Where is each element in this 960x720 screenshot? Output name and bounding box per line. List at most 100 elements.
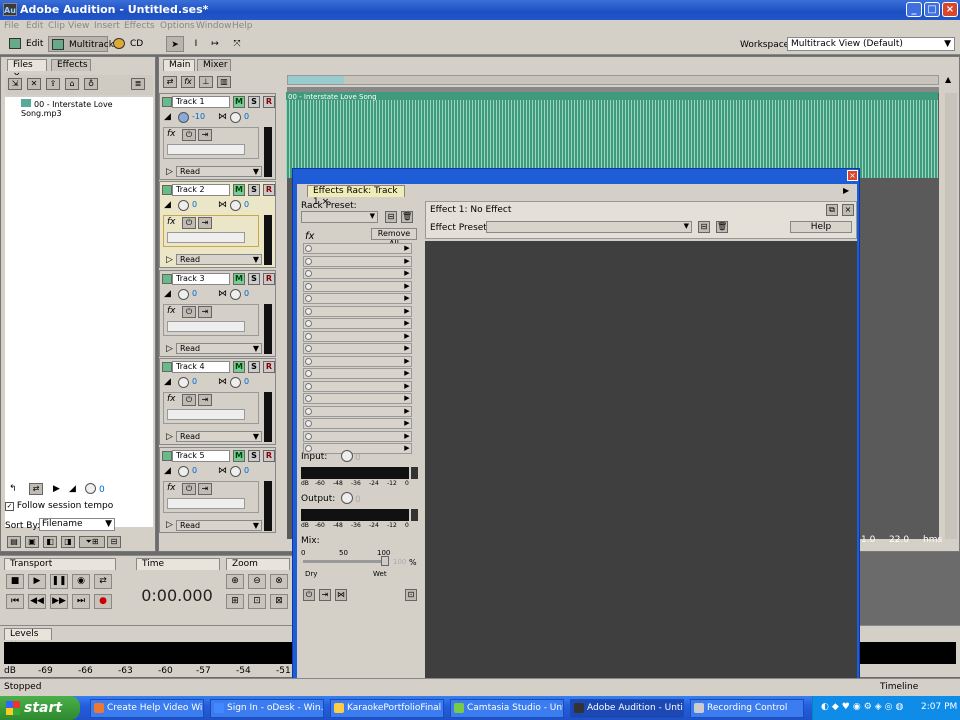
filter-midi-icon[interactable]: ◨ (61, 536, 75, 548)
automation-mode-select[interactable]: Read ▼ (176, 254, 262, 265)
automation-mode-select[interactable]: Read ▼ (176, 520, 262, 531)
fx-icon[interactable]: fx (181, 76, 195, 88)
pan-knob[interactable] (230, 112, 241, 123)
taskbar-item[interactable]: KaraokePortfolioFinal (330, 699, 444, 718)
tab-time[interactable]: Time (136, 558, 220, 570)
sortby-select[interactable]: Filename ▼ (39, 518, 115, 531)
minimize-button[interactable]: _ (906, 2, 922, 17)
fx-insert-icon[interactable]: ⇥ (198, 217, 212, 229)
effect-slot[interactable]: ▶ (303, 343, 412, 354)
insert-into-cd-icon[interactable]: ⌂ (65, 78, 79, 90)
pan-knob[interactable] (230, 466, 241, 477)
pause-button[interactable]: ❚❚ (50, 574, 68, 589)
volume-knob[interactable] (178, 466, 189, 477)
solo-button[interactable]: S (248, 96, 260, 108)
mute-button[interactable]: M (233, 361, 245, 373)
rewind-button[interactable]: ◀◀ (28, 594, 46, 609)
zoom-vertical-icon[interactable]: ⊠ (270, 594, 288, 609)
track-name[interactable]: Track 2 (172, 184, 230, 196)
cd-view-button[interactable]: CD (110, 36, 144, 52)
slot-power-icon[interactable] (305, 295, 312, 302)
effect-slot[interactable]: ▶ (303, 355, 412, 367)
automation-mode-select[interactable]: Read ▼ (176, 166, 262, 177)
fx-insert-icon[interactable]: ⇥ (319, 589, 331, 601)
close-icon[interactable]: × (842, 204, 854, 216)
slot-power-icon[interactable] (305, 432, 312, 440)
insert-into-multitrack-icon[interactable]: ⇪ (46, 78, 60, 90)
expand-icon[interactable]: ▷ (166, 432, 173, 442)
mix-slider-handle[interactable] (381, 556, 389, 566)
pan-knob[interactable] (230, 377, 241, 388)
pan-knob[interactable] (230, 200, 241, 211)
slot-menu-icon[interactable]: ▶ (403, 382, 411, 391)
power-icon[interactable]: ⏻ (182, 483, 196, 495)
panel-menu-icon[interactable]: ▶ (843, 186, 849, 195)
tab-transport[interactable]: Transport (4, 558, 116, 570)
zoom-selection-icon[interactable]: ⊡ (248, 594, 266, 609)
autoplay-icon[interactable]: ↰ (9, 484, 17, 494)
float-icon[interactable]: ⧉ (826, 204, 838, 216)
slot-power-icon[interactable] (305, 445, 312, 452)
fx-icon[interactable]: fx (167, 483, 176, 493)
volume-knob[interactable] (178, 377, 189, 388)
remove-all-button[interactable]: Remove All (371, 228, 417, 248)
automation-mode-select[interactable]: Read ▼ (176, 431, 262, 442)
go-to-end-button[interactable]: ⏭ (72, 594, 90, 609)
volume-knob[interactable] (178, 200, 189, 211)
effect-slot[interactable]: ▶ (303, 268, 412, 279)
slot-power-icon[interactable] (305, 257, 312, 265)
follow-tempo-row[interactable]: ✓ Follow session tempo (5, 501, 153, 515)
slot-power-icon[interactable] (305, 382, 312, 390)
fx-insert-icon[interactable]: ⇥ (198, 306, 212, 318)
power-icon[interactable]: ⏻ (303, 589, 315, 601)
effect-slot[interactable]: ▶ (303, 305, 412, 317)
slot-menu-icon[interactable]: ▶ (403, 394, 411, 403)
menu-window[interactable]: Window (196, 21, 232, 31)
expand-icon[interactable]: ▷ (166, 344, 173, 354)
slot-menu-icon[interactable]: ▶ (403, 407, 411, 416)
record-arm-button[interactable]: R (263, 450, 275, 462)
slot-power-icon[interactable] (305, 357, 312, 365)
volume-knob[interactable] (178, 289, 189, 300)
track-name[interactable]: Track 4 (172, 361, 230, 373)
play-button[interactable]: ▶ (28, 574, 46, 589)
taskbar-item[interactable]: Create Help Video Wi... (90, 699, 204, 718)
play-preview-icon[interactable]: ▶ (53, 484, 60, 494)
effect-slot[interactable]: ▶ (303, 293, 412, 304)
mute-button[interactable]: M (233, 184, 245, 196)
slot-power-icon[interactable] (305, 395, 312, 402)
save-preset-icon[interactable]: ⊟ (385, 211, 397, 223)
slot-power-icon[interactable] (305, 332, 312, 340)
track-5[interactable]: Track 5 M S R ◢ 0 ⋈ 0 fx ⏻ ⇥ ▷ Read ▼ (159, 447, 276, 533)
solo-button[interactable]: S (248, 361, 260, 373)
record-arm-button[interactable]: R (263, 273, 275, 285)
eq-icon[interactable]: ⊥ (199, 76, 213, 88)
input-select[interactable] (167, 321, 245, 332)
mute-button[interactable]: M (233, 96, 245, 108)
stop-button[interactable]: ■ (6, 574, 24, 589)
track-name[interactable]: Track 5 (172, 450, 230, 462)
effect-slot[interactable]: ▶ (303, 430, 412, 442)
menu-insert[interactable]: Insert (94, 21, 120, 31)
rack-preset-select[interactable]: ▼ (301, 211, 378, 223)
slot-power-icon[interactable] (305, 420, 312, 427)
multitrack-view-button[interactable]: Multitrack (48, 36, 114, 52)
input-knob[interactable] (341, 450, 353, 462)
fx-options-icon[interactable]: ⋈ (335, 589, 347, 601)
taskbar-item[interactable]: Recording Control (690, 699, 804, 718)
slot-menu-icon[interactable]: ▶ (403, 282, 411, 291)
tab-mixer[interactable]: Mixer (197, 59, 231, 71)
loop-icon[interactable]: ⇄ (29, 483, 43, 495)
follow-tempo-checkbox[interactable]: ✓ (5, 502, 14, 511)
close-icon[interactable]: × (847, 170, 858, 181)
power-icon[interactable]: ⏻ (182, 306, 196, 318)
pan-knob[interactable] (230, 289, 241, 300)
solo-button[interactable]: S (248, 273, 260, 285)
close-button[interactable]: × (942, 2, 958, 17)
audio-clip[interactable]: 00 - Interstate Love Song (286, 92, 938, 178)
import-file-icon[interactable]: ⇲ (8, 78, 22, 90)
help-button[interactable]: Help (790, 221, 852, 233)
slot-menu-icon[interactable]: ▶ (403, 344, 411, 353)
menu-help[interactable]: Help (232, 21, 253, 31)
overview-viewport[interactable] (288, 76, 344, 84)
